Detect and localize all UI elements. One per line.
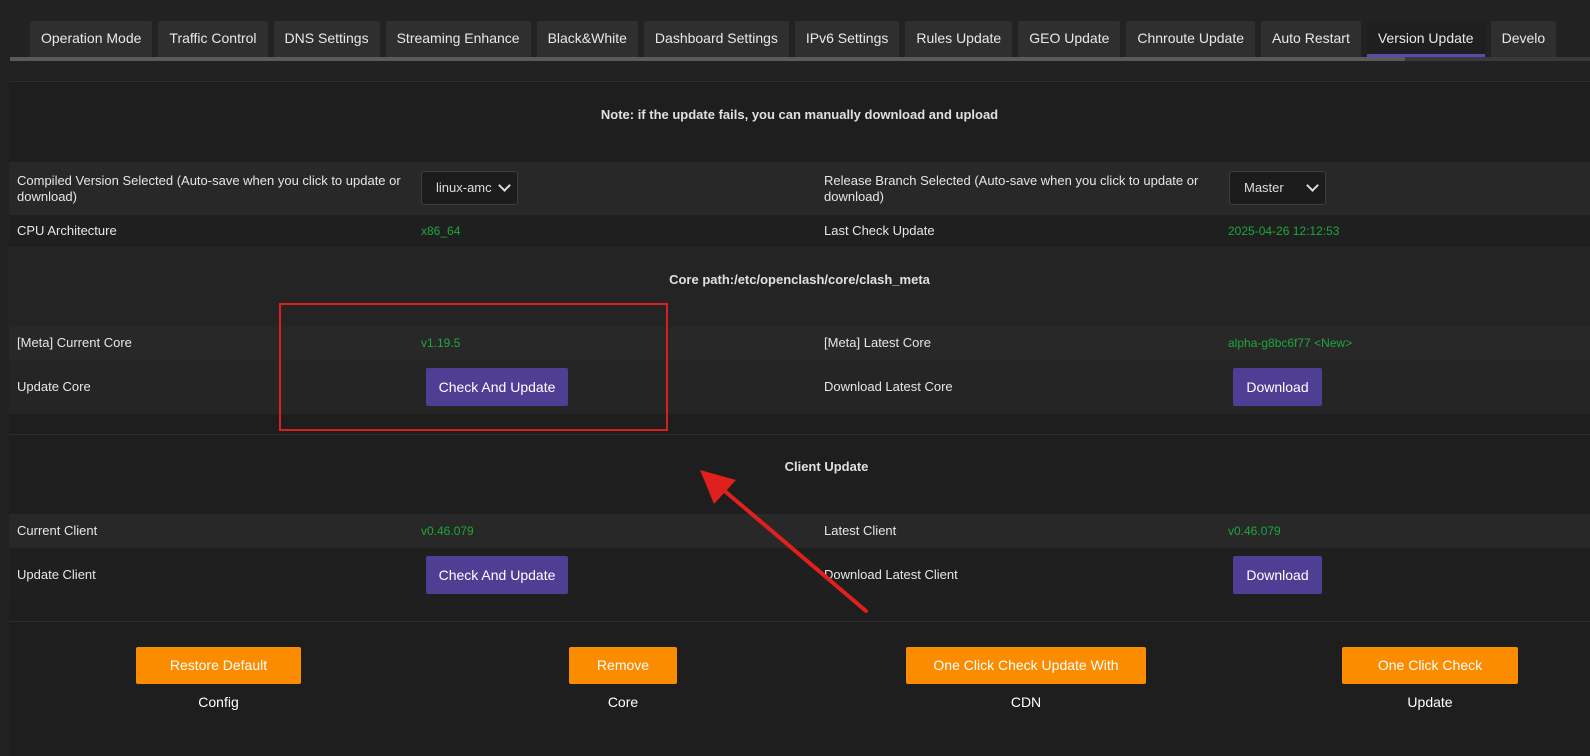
remove-core-button[interactable]: Remove Core (569, 647, 677, 710)
latest-core-value: alpha-g8bc6f77 <New> (1228, 336, 1353, 350)
release-branch-label: Release Branch Selected (Auto-save when … (824, 173, 1199, 204)
table-row (9, 359, 1590, 414)
cpu-architecture-value: x86_64 (421, 224, 461, 238)
table-row (9, 215, 1590, 247)
check-and-update-core-button[interactable]: Check And Update (426, 368, 568, 406)
tab-auto-restart[interactable]: Auto Restart (1261, 21, 1361, 57)
one-click-update-cdn-button[interactable]: One Click Check Update With CDN (906, 647, 1146, 710)
tab-scrollbar-thumb[interactable] (10, 57, 1405, 61)
tab-dashboard-settings[interactable]: Dashboard Settings (643, 21, 789, 57)
core-path-section (9, 247, 1590, 327)
version-update-page: Operation Mode Traffic Control DNS Setti… (0, 0, 1590, 756)
tab-ipv6-settings[interactable]: IPv6 Settings (794, 21, 900, 57)
release-branch-value: Master (1244, 180, 1284, 195)
cpu-architecture-label: CPU Architecture (17, 223, 117, 238)
compiled-version-select[interactable]: linux-amc (421, 171, 518, 205)
divider (9, 621, 1590, 622)
core-path: Core path:/etc/openclash/core/clash_meta (669, 272, 930, 287)
check-and-update-client-button[interactable]: Check And Update (426, 556, 568, 594)
divider (9, 81, 1590, 82)
compiled-version-label: Compiled Version Selected (Auto-save whe… (17, 173, 401, 204)
last-check-update-value: 2025-04-26 12:12:53 (1228, 224, 1340, 238)
tab-version-update[interactable]: Version Update (1366, 21, 1485, 57)
update-client-label: Update Client (17, 567, 96, 582)
latest-core-label: [Meta] Latest Core (824, 335, 931, 350)
tab-traffic-control[interactable]: Traffic Control (158, 21, 268, 57)
compiled-version-value: linux-amc (436, 180, 492, 195)
tab-chnroute-update[interactable]: Chnroute Update (1126, 21, 1256, 57)
tab-bar: Operation Mode Traffic Control DNS Setti… (10, 0, 1590, 62)
one-click-check-update-button[interactable]: One Click Check Update (1342, 647, 1518, 710)
divider (9, 434, 1590, 435)
update-note: Note: if the update fails, you can manua… (600, 107, 999, 122)
chevron-down-icon (498, 179, 511, 192)
download-client-button[interactable]: Download (1233, 556, 1322, 594)
release-branch-select[interactable]: Master (1229, 171, 1326, 205)
tab-operation-mode[interactable]: Operation Mode (30, 21, 153, 57)
tab-rules-update[interactable]: Rules Update (905, 21, 1013, 57)
chevron-down-icon (1306, 179, 1319, 192)
tab-black-white[interactable]: Black&White (536, 21, 638, 57)
download-latest-core-label: Download Latest Core (824, 379, 953, 394)
current-client-label: Current Client (17, 523, 98, 538)
tab-list: Operation Mode Traffic Control DNS Setti… (30, 21, 1557, 57)
last-check-update-label: Last Check Update (824, 223, 935, 238)
annotation-arrow-icon (700, 470, 868, 613)
latest-client-value: v0.46.079 (1228, 524, 1281, 538)
tab-streaming-enhance[interactable]: Streaming Enhance (385, 21, 531, 57)
current-core-value: v1.19.5 (421, 336, 461, 350)
table-row (9, 327, 1590, 359)
update-core-label: Update Core (17, 379, 91, 394)
tab-dns-settings[interactable]: DNS Settings (273, 21, 380, 57)
current-core-label: [Meta] Current Core (17, 335, 132, 350)
tab-geo-update[interactable]: GEO Update (1018, 21, 1121, 57)
tab-develop[interactable]: Develo (1490, 21, 1557, 57)
restore-default-config-button[interactable]: Restore Default Config (136, 647, 301, 710)
download-core-button[interactable]: Download (1233, 368, 1322, 406)
current-client-value: v0.46.079 (421, 524, 474, 538)
